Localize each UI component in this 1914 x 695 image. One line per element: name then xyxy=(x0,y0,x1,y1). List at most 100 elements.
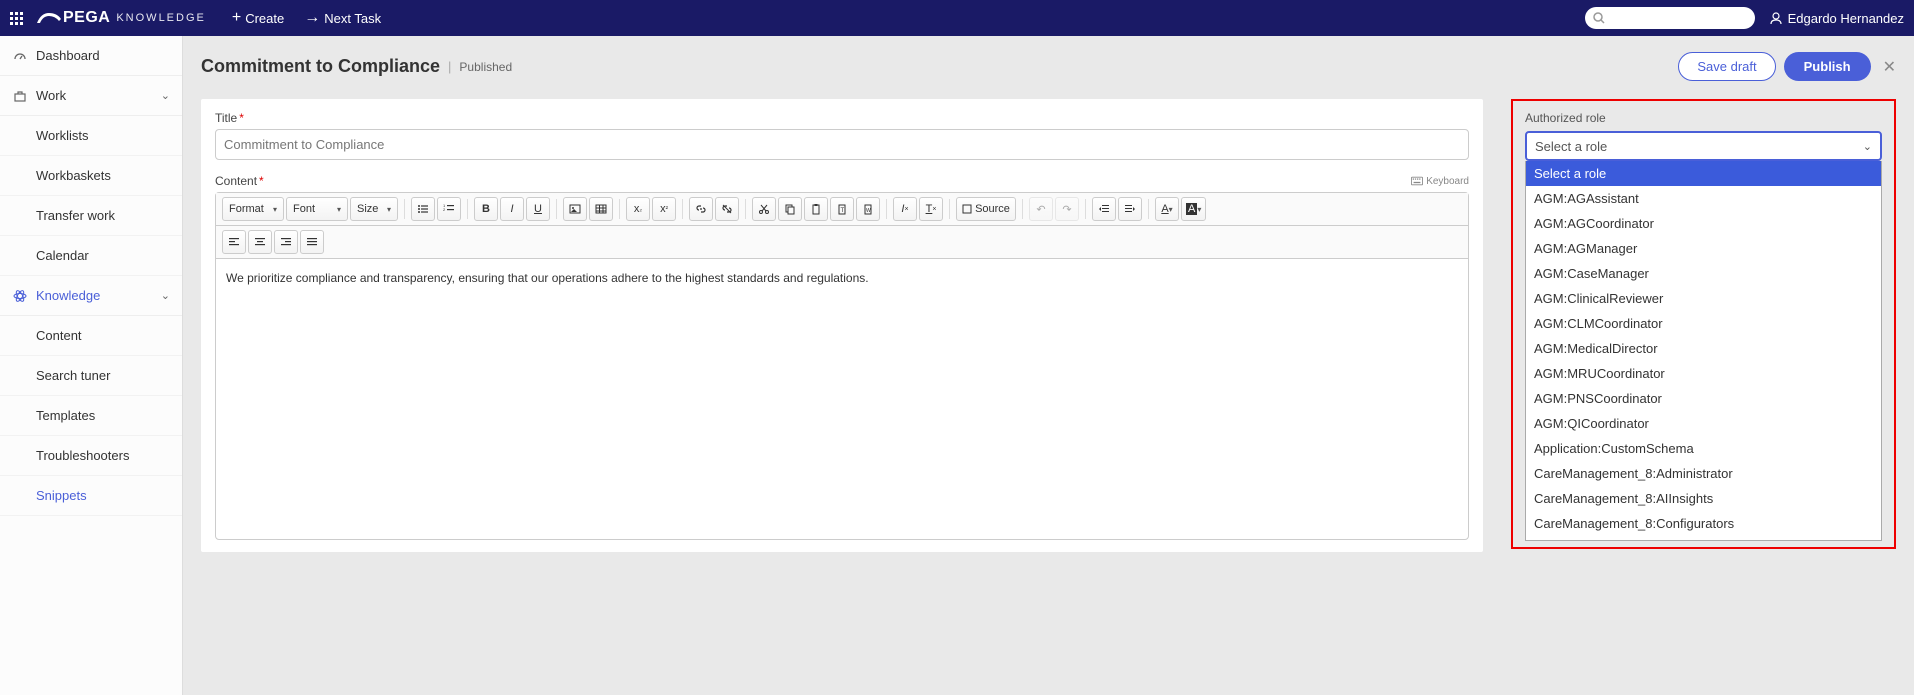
brand-subtext: KNOWLEDGE xyxy=(116,12,206,24)
rte-copy-icon[interactable] xyxy=(778,197,802,221)
sidebar-label: Content xyxy=(36,328,82,343)
atom-icon xyxy=(12,289,28,303)
sidebar-item-worklists[interactable]: Worklists xyxy=(0,116,182,156)
sidebar-item-search-tuner[interactable]: Search tuner xyxy=(0,356,182,396)
role-option[interactable]: CareManagement_8:Configurators xyxy=(1526,511,1881,536)
rte-redo-icon[interactable]: ↷ xyxy=(1055,197,1079,221)
role-option[interactable]: AGM:AGAssistant xyxy=(1526,186,1881,211)
rte-remove-format-icon[interactable]: I× xyxy=(893,197,917,221)
role-option[interactable]: Application:CustomSchema xyxy=(1526,436,1881,461)
rte-cut-icon[interactable] xyxy=(752,197,776,221)
role-option[interactable]: CareManagement_8:Administrator xyxy=(1526,461,1881,486)
role-option[interactable]: AGM:QICoordinator xyxy=(1526,411,1881,436)
role-option[interactable]: AGM:AGCoordinator xyxy=(1526,211,1881,236)
content-label: Content* xyxy=(215,174,264,188)
svg-text:T: T xyxy=(841,208,845,214)
role-option[interactable]: AGM:PNSCoordinator xyxy=(1526,386,1881,411)
rte-text-color-icon[interactable]: A▾ xyxy=(1155,197,1179,221)
rte-paste-icon[interactable] xyxy=(804,197,828,221)
rte-superscript-icon[interactable]: x² xyxy=(652,197,676,221)
main-content: Commitment to Compliance | Published Sav… xyxy=(183,36,1914,695)
create-button[interactable]: + Create xyxy=(232,9,284,27)
separator: | xyxy=(448,59,451,74)
rte-align-center-icon[interactable] xyxy=(248,230,272,254)
rte-unlink-icon[interactable] xyxy=(715,197,739,221)
rte-toolbar-row-2 xyxy=(216,226,1468,259)
rte-format-select[interactable]: Format▾ xyxy=(222,197,284,221)
next-task-button[interactable]: → Next Task xyxy=(304,9,381,27)
role-option[interactable]: AGM:MRUCoordinator xyxy=(1526,361,1881,386)
rte-align-right-icon[interactable] xyxy=(274,230,298,254)
rte-indent-icon[interactable] xyxy=(1118,197,1142,221)
rte-source-button[interactable]: Source xyxy=(956,197,1016,221)
rte-italic-icon[interactable]: I xyxy=(500,197,524,221)
rte-undo-icon[interactable]: ↶ xyxy=(1029,197,1053,221)
rte-ordered-list-icon[interactable]: 12 xyxy=(437,197,461,221)
user-icon xyxy=(1769,11,1783,25)
sidebar-item-content[interactable]: Content xyxy=(0,316,182,356)
rte-table-icon[interactable] xyxy=(589,197,613,221)
sidebar-item-knowledge[interactable]: Knowledge ⌄ xyxy=(0,276,182,316)
user-menu[interactable]: Edgardo Hernandez xyxy=(1769,11,1904,26)
title-input[interactable] xyxy=(215,129,1469,160)
publish-button[interactable]: Publish xyxy=(1784,52,1871,81)
rte-underline-icon[interactable]: U xyxy=(526,197,550,221)
rte-bg-color-icon[interactable]: A▾ xyxy=(1181,197,1206,221)
global-search[interactable] xyxy=(1585,7,1755,29)
role-option[interactable]: AGM:CLMCoordinator xyxy=(1526,311,1881,336)
rte-paste-word-icon[interactable]: W xyxy=(856,197,880,221)
brand-text: PEGA xyxy=(63,9,110,27)
apps-grid-icon[interactable] xyxy=(10,12,23,25)
role-option[interactable]: Select a role xyxy=(1526,161,1881,186)
role-option[interactable]: AGM:MedicalDirector xyxy=(1526,336,1881,361)
rte-font-select[interactable]: Font▾ xyxy=(286,197,348,221)
keyboard-indicator[interactable]: Keyboard xyxy=(1411,176,1469,187)
sidebar-label: Calendar xyxy=(36,248,89,263)
sidebar-label: Transfer work xyxy=(36,208,115,223)
title-label: Title* xyxy=(215,111,1469,125)
authorized-role-select[interactable]: Select a role ⌄ xyxy=(1525,131,1882,161)
role-select-value: Select a role xyxy=(1535,139,1607,154)
rte-paste-text-icon[interactable]: T xyxy=(830,197,854,221)
page-status: Published xyxy=(459,60,512,74)
authorized-role-dropdown[interactable]: Select a role AGM:AGAssistant AGM:AGCoor… xyxy=(1525,161,1882,541)
rich-text-editor: Format▾ Font▾ Size▾ 12 B I U xyxy=(215,192,1469,540)
role-option[interactable]: CareManagement_8:AIInsights xyxy=(1526,486,1881,511)
role-option[interactable]: AGM:ClinicalReviewer xyxy=(1526,286,1881,311)
create-label: Create xyxy=(245,11,284,26)
chevron-down-icon: ⌄ xyxy=(1863,140,1872,153)
sidebar-item-dashboard[interactable]: Dashboard xyxy=(0,36,182,76)
sidebar-label: Troubleshooters xyxy=(36,448,129,463)
rte-bold-icon[interactable]: B xyxy=(474,197,498,221)
rte-outdent-icon[interactable] xyxy=(1092,197,1116,221)
sidebar-label: Work xyxy=(36,88,66,103)
rte-align-left-icon[interactable] xyxy=(222,230,246,254)
search-icon xyxy=(1593,12,1605,24)
close-icon[interactable]: ✕ xyxy=(1883,57,1896,77)
rte-align-justify-icon[interactable] xyxy=(300,230,324,254)
role-option[interactable]: AGM:CaseManager xyxy=(1526,261,1881,286)
editor-card: Title* Content* Keyboard xyxy=(201,99,1483,552)
rte-size-select[interactable]: Size▾ xyxy=(350,197,398,221)
role-option[interactable]: AGM:AGManager xyxy=(1526,236,1881,261)
page-header: Commitment to Compliance | Published Sav… xyxy=(201,52,1896,81)
chevron-down-icon: ⌄ xyxy=(161,289,170,302)
save-draft-button[interactable]: Save draft xyxy=(1678,52,1775,81)
sidebar-item-transfer-work[interactable]: Transfer work xyxy=(0,196,182,236)
sidebar-item-calendar[interactable]: Calendar xyxy=(0,236,182,276)
sidebar-item-templates[interactable]: Templates xyxy=(0,396,182,436)
rte-link-icon[interactable] xyxy=(689,197,713,221)
sidebar-item-work[interactable]: Work ⌄ xyxy=(0,76,182,116)
role-option[interactable]: CareManagement_8:Payer_CareCoordinator xyxy=(1526,536,1881,541)
sidebar-item-snippets[interactable]: Snippets xyxy=(0,476,182,516)
rte-content-area[interactable]: We prioritize compliance and transparenc… xyxy=(216,259,1468,539)
sidebar-item-workbaskets[interactable]: Workbaskets xyxy=(0,156,182,196)
chevron-down-icon: ⌄ xyxy=(161,89,170,102)
rte-unordered-list-icon[interactable] xyxy=(411,197,435,221)
rte-subscript-icon[interactable]: x₂ xyxy=(626,197,650,221)
sidebar-label: Worklists xyxy=(36,128,88,143)
sidebar-label: Search tuner xyxy=(36,368,110,383)
rte-image-icon[interactable] xyxy=(563,197,587,221)
rte-clear-format-icon[interactable]: T× xyxy=(919,197,943,221)
sidebar-item-troubleshooters[interactable]: Troubleshooters xyxy=(0,436,182,476)
